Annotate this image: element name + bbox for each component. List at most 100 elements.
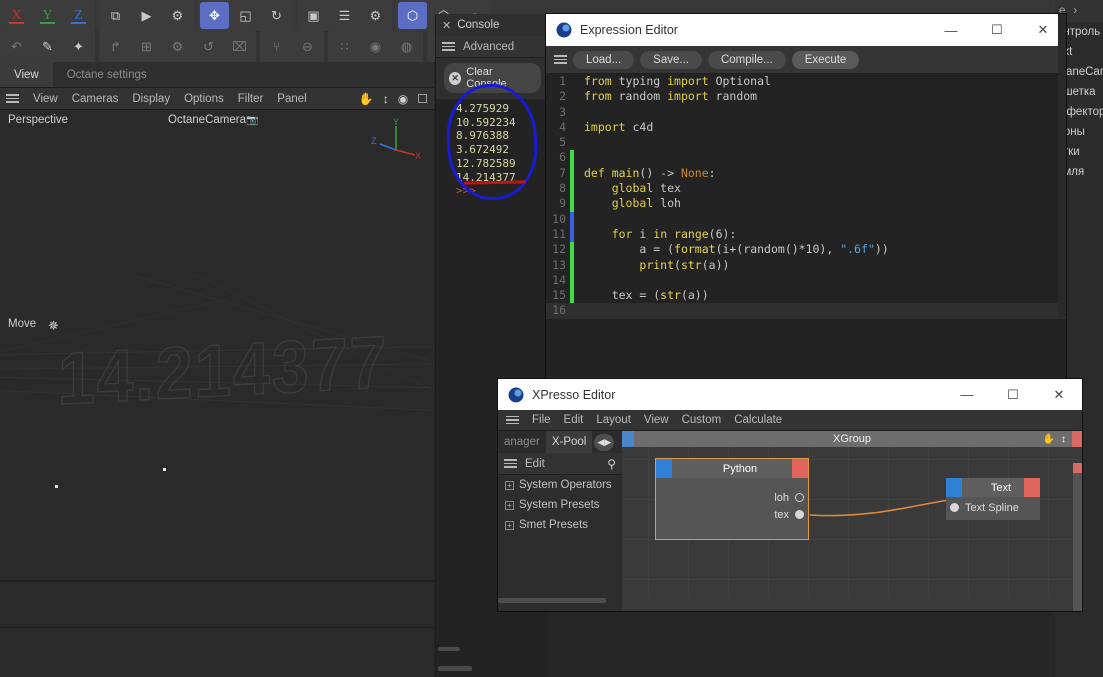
cube-primitive-button[interactable]: ⬡ — [398, 2, 427, 29]
port-dot[interactable] — [795, 493, 804, 502]
tab-xpool[interactable]: X-Pool — [545, 431, 593, 453]
node-input-cap[interactable] — [946, 478, 962, 497]
code-line[interactable]: 11 for i in range(6): — [546, 226, 1066, 243]
viewport-menu-filter[interactable]: Filter — [238, 93, 264, 105]
viewport-menu-view[interactable]: View — [33, 93, 58, 105]
port-tex[interactable]: tex — [656, 506, 808, 523]
node-output-cap[interactable] — [1024, 478, 1040, 497]
xpresso-menu-file[interactable]: File — [532, 414, 551, 426]
console-hamburger-icon[interactable] — [442, 42, 455, 51]
code-line[interactable]: 6 — [546, 150, 1066, 166]
code-line[interactable]: 8 global tex — [546, 181, 1066, 197]
console-scrollbar-horizontal-2[interactable] — [438, 666, 472, 671]
node-input-cap[interactable] — [656, 459, 672, 478]
xpresso-menu-view[interactable]: View — [644, 414, 669, 426]
visibility-button[interactable]: ◉ — [361, 33, 390, 60]
viewport-menu-display[interactable]: Display — [132, 93, 170, 105]
maximize-button[interactable]: ☐ — [990, 379, 1036, 411]
tab-manager[interactable]: anager — [498, 431, 546, 453]
orbit-icon[interactable]: ◉ — [398, 92, 408, 106]
keyframe-record-button[interactable]: ☰ — [330, 2, 359, 29]
world-object-coordinates-toggle[interactable]: ⧉ — [101, 2, 130, 29]
selection-tool[interactable]: ▣ — [299, 2, 328, 29]
tab-octane-settings[interactable]: Octane settings — [53, 62, 161, 87]
execute-button[interactable]: Execute — [791, 50, 860, 69]
minimize-button[interactable]: — — [928, 14, 974, 46]
hand-icon[interactable]: ✋ — [359, 92, 374, 106]
xpool-hamburger-icon[interactable] — [504, 459, 517, 468]
port-text-spline[interactable]: Text Spline — [946, 499, 1040, 516]
code-scrollbar-vertical[interactable] — [1058, 14, 1066, 317]
code-line[interactable]: 10 — [546, 211, 1066, 227]
text-node-header[interactable]: Text — [946, 478, 1040, 497]
code-line[interactable]: 2 from random import random — [546, 89, 1066, 104]
viewport-tabbar[interactable]: View Octane settings — [0, 62, 434, 88]
paint-tool[interactable]: ✎ — [33, 33, 62, 60]
xpool-edit-bar[interactable]: Edit ⚲ — [498, 453, 622, 475]
move-vertical-icon[interactable]: ↕ — [1061, 434, 1066, 445]
graph-scrollbar-vertical[interactable] — [1073, 463, 1082, 611]
graph-scrollbar-thumb[interactable] — [1073, 463, 1082, 473]
search-icon[interactable]: ⚲ — [607, 457, 616, 471]
viewport-menu-panel[interactable]: Panel — [277, 93, 306, 105]
clear-console-button[interactable]: ✕ Clear Console — [444, 63, 541, 93]
xpool-item-system-presets[interactable]: + System Presets — [498, 495, 622, 515]
move-vertical-icon[interactable]: ↕ — [383, 92, 389, 106]
port-dot[interactable] — [795, 510, 804, 519]
xpool-item-smet-presets[interactable]: + Smet Presets — [498, 515, 622, 535]
expand-icon[interactable]: + — [505, 480, 514, 490]
xpresso-canvas[interactable]: Python loh tex Text Text Spline — [622, 447, 1082, 611]
xpresso-menu-edit[interactable]: Edit — [564, 414, 584, 426]
code-line[interactable]: 14 — [546, 272, 1066, 289]
code-line[interactable]: 5 — [546, 135, 1066, 150]
scale-tool[interactable]: ◱ — [231, 2, 260, 29]
code-line[interactable]: 15 tex = (str(a)) — [546, 288, 1066, 304]
load-button[interactable]: Load... — [573, 50, 635, 69]
text-node[interactable]: Text Text Spline — [946, 478, 1040, 520]
tab-view[interactable]: View — [0, 62, 53, 87]
xpool-scrollbar-horizontal[interactable] — [498, 598, 606, 603]
xpool-tabbar[interactable]: anager X-Pool ◀▶ — [498, 431, 622, 453]
make-editable-button[interactable]: ↱ — [101, 33, 130, 60]
uv-button[interactable]: ⌧ — [225, 33, 254, 60]
console-tabbar[interactable]: ✕ Console — [436, 14, 547, 36]
deformer-settings-button[interactable]: ⚙ — [163, 33, 192, 60]
undo-button[interactable]: ↶ — [2, 33, 31, 60]
rotate-tool[interactable]: ↻ — [262, 2, 291, 29]
expand-icon[interactable]: + — [505, 500, 514, 510]
xpresso-menu-calculate[interactable]: Calculate — [734, 414, 782, 426]
python-node[interactable]: Python loh tex — [655, 458, 809, 540]
node-output-cap[interactable] — [792, 459, 808, 478]
render-view-button[interactable]: ▶ — [132, 2, 161, 29]
hand-icon[interactable]: ✋ — [1043, 434, 1055, 445]
panel-divider[interactable] — [0, 580, 434, 582]
camera-button[interactable]: ⊖ — [293, 33, 322, 60]
viewport-canvas[interactable]: Perspective OctaneCamera 📷 Y X Z Move ✵ … — [0, 110, 434, 628]
xgroup-output-cap[interactable] — [1072, 431, 1082, 447]
expression-editor-titlebar[interactable]: Expression Editor — ☐ ✕ — [546, 14, 1066, 46]
loop-button[interactable]: ↺ — [194, 33, 223, 60]
code-line[interactable]: 9 global loh — [546, 196, 1066, 212]
scene-text-object[interactable]: 14.214377 — [57, 319, 388, 421]
xgroup-header[interactable]: XGroup ✋ ↕ — [622, 431, 1082, 447]
console-menu-advanced[interactable]: Advanced — [463, 41, 514, 53]
deformer-button[interactable]: ⊞ — [132, 33, 161, 60]
expression-hamburger-icon[interactable] — [554, 55, 567, 64]
console-menubar[interactable]: Advanced — [436, 36, 547, 58]
viewport-menu-options[interactable]: Options — [184, 93, 224, 105]
python-node-header[interactable]: Python — [656, 459, 808, 478]
xpresso-menu-layout[interactable]: Layout — [596, 414, 631, 426]
frame-icon[interactable]: ☐ — [417, 92, 428, 106]
port-loh[interactable]: loh — [656, 489, 808, 506]
compile-button[interactable]: Compile... — [707, 50, 786, 69]
xpresso-hamburger-icon[interactable] — [506, 415, 519, 425]
keyframe-settings-button[interactable]: ⚙ — [361, 2, 390, 29]
xgroup-input-cap[interactable] — [622, 431, 634, 447]
render-settings-button[interactable]: ⚙ — [163, 2, 192, 29]
code-line[interactable]: 3 — [546, 105, 1066, 120]
xpresso-menubar[interactable]: File Edit Layout View Custom Calculate — [498, 410, 1082, 431]
move-tool[interactable]: ✥ — [200, 2, 229, 29]
code-line[interactable]: 12 a = (format(i+(random()*10), ".6f")) — [546, 242, 1066, 258]
chevron-right-icon[interactable]: › — [1073, 5, 1077, 17]
code-editor[interactable]: 1 from typing import Optional 2 from random… — [546, 74, 1066, 377]
